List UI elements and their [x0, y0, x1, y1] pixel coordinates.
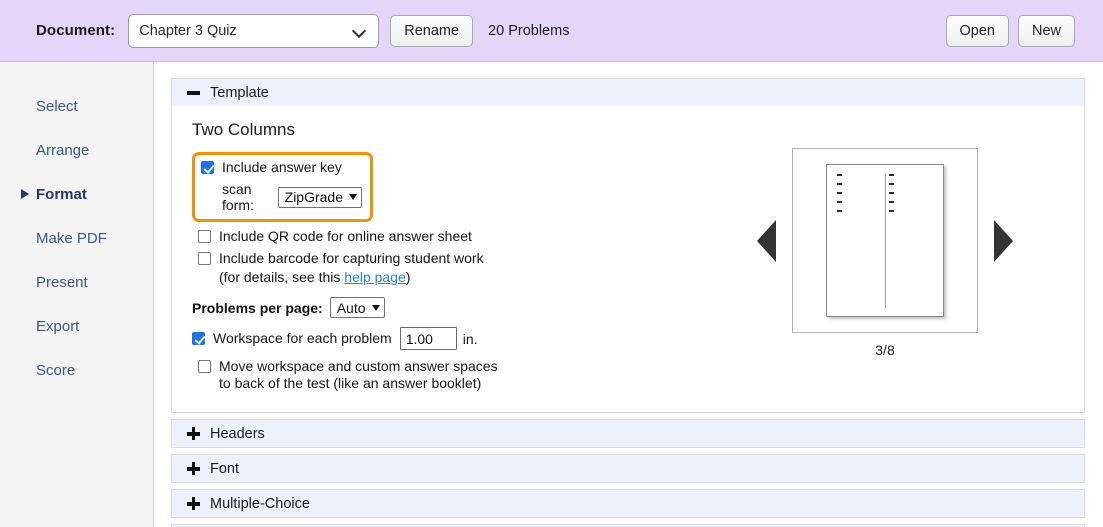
section-title: Multiple-Choice — [210, 495, 310, 512]
format-panel: Template Two Columns Include answer key … — [155, 62, 1103, 527]
scan-form-row: scan form: ZipGrade — [222, 181, 362, 213]
workspace-unit: in. — [462, 330, 478, 347]
sidebar-item-label: Arrange — [36, 141, 90, 159]
chevron-down-icon — [349, 194, 357, 200]
sidebar-item-label: Present — [36, 273, 88, 291]
section-title: Template — [210, 84, 269, 101]
barcode-help-note: (for details, see this help page) — [219, 269, 732, 286]
thumbnail-column-right — [885, 173, 937, 308]
page-preview: 3/8 — [720, 148, 1050, 358]
answer-key-checkbox[interactable] — [201, 161, 214, 174]
barcode-row[interactable]: Include barcode for capturing student wo… — [198, 250, 732, 267]
right-triangle-icon — [21, 189, 29, 199]
document-select[interactable]: Chapter 3 Quiz — [128, 13, 380, 48]
thumbnail-column-left — [833, 173, 885, 308]
section-font: Font — [171, 454, 1085, 483]
workspace-label: Workspace for each problem — [213, 330, 392, 346]
workspace-row: Workspace for each problem in. — [192, 327, 732, 350]
rename-button[interactable]: Rename — [390, 14, 474, 47]
answer-key-highlight-group: Include answer key scan form: ZipGrade — [192, 152, 373, 222]
scan-form-label: scan form: — [222, 181, 254, 213]
topbar-actions: Open New — [945, 14, 1075, 47]
document-label: Document: — [36, 22, 116, 39]
sidebar-item-score[interactable]: Score — [0, 348, 153, 392]
problems-per-page-value: Auto — [336, 299, 366, 316]
template-name: Two Columns — [192, 120, 295, 139]
sidebar-item-label: Export — [36, 317, 80, 335]
move-workspace-line1: Move workspace and custom answer spaces — [219, 358, 498, 374]
section-header-template[interactable]: Template — [172, 79, 1084, 106]
barcode-label: Include barcode for capturing student wo… — [219, 250, 484, 266]
preview-navigation — [757, 148, 1013, 333]
sidebar-item-present[interactable]: Present — [0, 260, 153, 304]
new-button[interactable]: New — [1017, 14, 1075, 47]
sidebar-item-export[interactable]: Export — [0, 304, 153, 348]
sidebar-item-label: Select — [36, 97, 78, 115]
problems-per-page-label: Problems per page: — [192, 299, 323, 316]
section-multiple-choice: Multiple-Choice — [171, 489, 1085, 518]
workspace-checkbox[interactable] — [192, 332, 205, 345]
plus-icon — [187, 462, 200, 475]
scan-form-select[interactable]: ZipGrade — [277, 186, 362, 208]
problems-per-page-row: Problems per page: Auto — [192, 297, 732, 318]
document-select-value: Chapter 3 Quiz — [139, 22, 237, 39]
problems-count: 20 Problems — [488, 22, 570, 39]
page-indicator: 3/8 — [875, 342, 895, 358]
qr-code-checkbox[interactable] — [198, 230, 211, 243]
answer-key-label: Include answer key — [222, 159, 342, 175]
chevron-down-icon — [353, 25, 365, 37]
section-header-font[interactable]: Font — [172, 455, 1084, 482]
workspace-size-input[interactable] — [399, 327, 457, 350]
open-button[interactable]: Open — [945, 14, 1009, 47]
page-thumbnail-frame[interactable] — [792, 148, 978, 333]
sidebar-item-select[interactable]: Select — [0, 84, 153, 128]
scan-form-value: ZipGrade — [284, 189, 343, 205]
top-toolbar: Document: Chapter 3 Quiz Rename 20 Probl… — [0, 0, 1103, 62]
problems-per-page-select[interactable]: Auto — [329, 297, 385, 318]
move-workspace-line2: to back of the test (like an answer book… — [219, 375, 482, 391]
barcode-note-suffix: ) — [405, 269, 411, 285]
help-page-link[interactable]: help page — [344, 269, 406, 285]
section-headers: Headers — [171, 419, 1085, 448]
move-workspace-checkbox[interactable] — [198, 360, 211, 373]
barcode-note-prefix: (for details, see this — [219, 269, 345, 285]
plus-icon — [187, 427, 200, 440]
sidebar-item-format[interactable]: Format — [0, 172, 153, 216]
page-thumbnail — [826, 164, 944, 317]
section-header-multiple-choice[interactable]: Multiple-Choice — [172, 490, 1084, 517]
previous-page-arrow-icon[interactable] — [757, 219, 776, 262]
sidebar-item-label: Make PDF — [36, 229, 107, 247]
sidebar-item-label: Score — [36, 361, 76, 379]
move-workspace-label: Move workspace and custom answer spaces … — [219, 358, 498, 392]
qr-code-label: Include QR code for online answer sheet — [219, 228, 472, 244]
sidebar-item-make-pdf[interactable]: Make PDF — [0, 216, 153, 260]
qr-code-row[interactable]: Include QR code for online answer sheet — [198, 228, 732, 245]
section-header-headers[interactable]: Headers — [172, 420, 1084, 447]
barcode-checkbox[interactable] — [198, 252, 211, 265]
sidebar-nav: Select Arrange Format Make PDF Present E… — [0, 62, 154, 527]
chevron-down-icon — [371, 304, 380, 311]
sidebar-item-label: Format — [36, 185, 87, 203]
answer-key-row[interactable]: Include answer key — [201, 159, 362, 176]
sidebar-item-arrange[interactable]: Arrange — [0, 128, 153, 172]
plus-icon — [187, 497, 200, 510]
next-page-arrow-icon[interactable] — [994, 219, 1013, 262]
template-body: Two Columns Include answer key scan form… — [172, 106, 1084, 412]
move-workspace-row[interactable]: Move workspace and custom answer spaces … — [198, 358, 732, 392]
section-template: Template Two Columns Include answer key … — [171, 78, 1085, 413]
minus-icon — [187, 86, 200, 99]
template-options: Two Columns Include answer key scan form… — [172, 120, 732, 392]
section-title: Font — [210, 460, 240, 477]
section-title: Headers — [210, 425, 265, 442]
